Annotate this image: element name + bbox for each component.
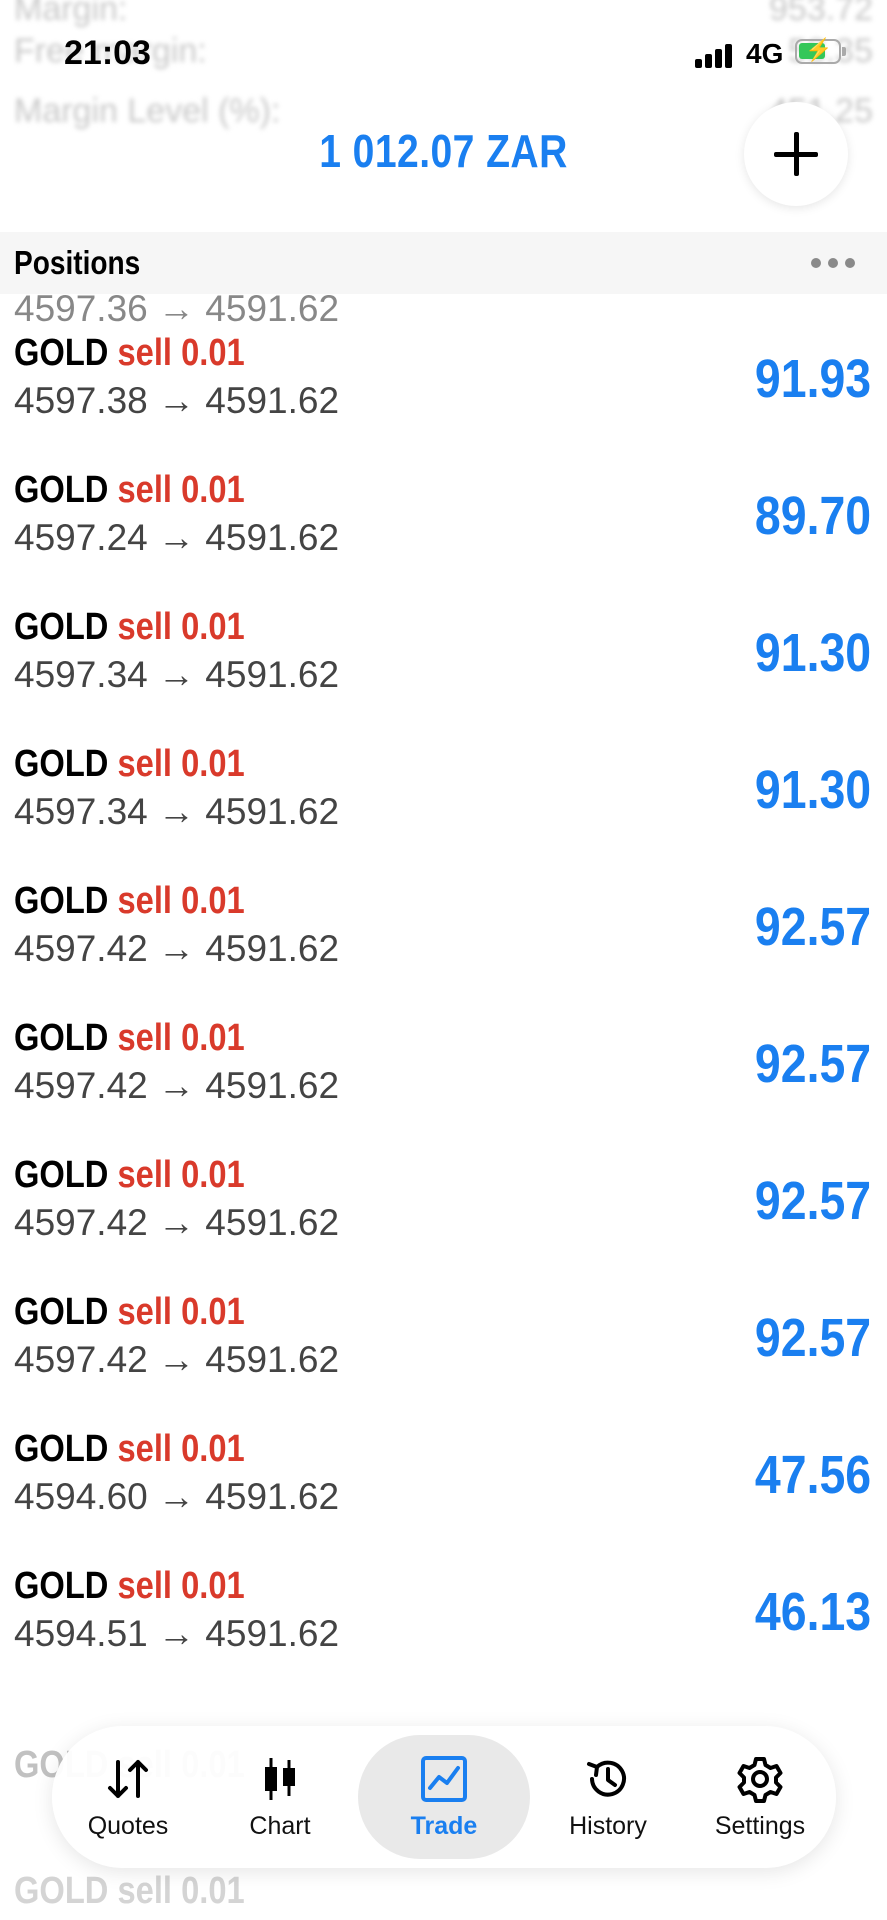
position-profit: 47.56 xyxy=(754,1445,871,1505)
position-row[interactable]: GOLD sell 0.01 4597.42 → 4591.62 92.57 xyxy=(0,842,887,979)
position-row[interactable]: GOLD sell 0.01 4597.38 → 4591.62 91.93 xyxy=(0,294,887,431)
tab-chart[interactable]: Chart xyxy=(206,1735,354,1859)
position-volume: 0.01 xyxy=(181,1565,245,1607)
position-side: sell xyxy=(117,1428,173,1470)
position-prices: 4597.34 → 4591.62 xyxy=(14,654,340,695)
position-symbol: GOLD xyxy=(14,332,109,374)
tab-trade[interactable]: Trade xyxy=(358,1735,530,1859)
tab-label: Trade xyxy=(410,1811,478,1840)
position-volume: 0.01 xyxy=(181,1428,245,1470)
position-profit: 92.57 xyxy=(754,1308,871,1368)
position-row[interactable]: GOLD sell 0.01 4597.42 → 4591.62 92.57 xyxy=(0,979,887,1116)
position-side: sell xyxy=(117,743,173,785)
position-side: sell xyxy=(117,606,173,648)
position-volume: 0.01 xyxy=(181,606,245,648)
position-symbol: GOLD xyxy=(14,1291,109,1333)
position-profit: 92.57 xyxy=(754,1171,871,1231)
new-order-button[interactable] xyxy=(744,102,848,206)
position-symbol: GOLD xyxy=(14,1154,109,1196)
position-symbol: GOLD xyxy=(14,469,109,511)
position-prices: 4594.60 → 4591.62 xyxy=(14,1476,340,1517)
position-row[interactable]: GOLD sell 0.01 4594.51 → 4591.62 46.13 xyxy=(0,1527,887,1664)
tab-label: History xyxy=(569,1811,647,1840)
position-symbol: GOLD xyxy=(14,1428,109,1470)
position-side: sell xyxy=(117,469,173,511)
position-side: sell xyxy=(117,1017,173,1059)
position-prices: 4597.42 → 4591.62 xyxy=(14,1339,340,1380)
cellular-signal-icon xyxy=(695,44,737,68)
position-volume: 0.01 xyxy=(181,880,245,922)
tab-quotes[interactable]: Quotes xyxy=(54,1735,202,1859)
position-volume: 0.01 xyxy=(181,743,245,785)
position-row[interactable]: GOLD sell 0.01 4597.42 → 4591.62 92.57 xyxy=(0,1253,887,1390)
position-side: sell xyxy=(117,332,173,374)
section-title: Positions xyxy=(14,244,141,281)
tab-label: Chart xyxy=(249,1811,311,1840)
position-profit: 91.30 xyxy=(754,623,871,683)
position-volume: 0.01 xyxy=(181,1154,245,1196)
tab-settings[interactable]: Settings xyxy=(686,1735,834,1859)
position-row[interactable]: GOLD sell 0.01 4594.60 → 4591.62 47.56 xyxy=(0,1390,887,1527)
trade-chart-icon xyxy=(421,1755,467,1802)
more-options-icon[interactable] xyxy=(811,258,855,268)
tab-history[interactable]: History xyxy=(534,1735,682,1859)
position-prices: 4597.42 → 4591.62 xyxy=(14,1202,340,1243)
plus-icon xyxy=(774,132,818,176)
position-prices: 4597.34 → 4591.62 xyxy=(14,791,340,832)
position-side: sell xyxy=(117,1565,173,1607)
account-balance: 1 012.07 ZAR xyxy=(319,125,568,177)
position-side: sell xyxy=(117,1154,173,1196)
position-side: sell xyxy=(117,880,173,922)
status-bar: 21:03 4G ⚡ xyxy=(0,0,887,110)
position-prices: 4597.42 → 4591.62 xyxy=(14,928,340,969)
position-volume: 0.01 xyxy=(181,332,245,374)
status-time: 21:03 xyxy=(64,34,151,72)
position-prices: 4597.38 → 4591.62 xyxy=(14,380,340,421)
quotes-arrows-icon xyxy=(108,1759,148,1798)
position-prices: 4597.24 → 4591.62 xyxy=(14,517,340,558)
position-volume: 0.01 xyxy=(181,469,245,511)
position-row[interactable]: GOLD sell 0.01 4597.24 → 4591.62 89.70 xyxy=(0,431,887,568)
position-profit: 91.30 xyxy=(754,760,871,820)
position-row[interactable]: GOLD sell 0.01 4597.34 → 4591.62 91.30 xyxy=(0,568,887,705)
position-symbol: GOLD xyxy=(14,1017,109,1059)
position-volume: 0.01 xyxy=(181,1291,245,1333)
position-profit: 91.93 xyxy=(754,349,871,409)
position-symbol: GOLD xyxy=(14,880,109,922)
position-row[interactable]: GOLD sell 0.01 4597.42 → 4591.62 92.57 xyxy=(0,1116,887,1253)
positions-section-header: Positions xyxy=(0,232,887,294)
position-symbol: GOLD xyxy=(14,1565,109,1607)
positions-list: GOLD sell 0.01 4597.38 → 4591.62 91.93 G… xyxy=(0,294,887,1664)
position-profit: 46.13 xyxy=(754,1582,871,1642)
bottom-tab-bar: Quotes Chart Trade History Settings xyxy=(52,1726,836,1868)
position-row[interactable]: GOLD sell 0.01 4597.34 → 4591.62 91.30 xyxy=(0,705,887,842)
position-volume: 0.01 xyxy=(181,1017,245,1059)
network-type: 4G xyxy=(746,38,784,69)
tab-label: Quotes xyxy=(87,1811,169,1840)
candlestick-chart-icon xyxy=(265,1757,295,1800)
position-profit: 92.57 xyxy=(754,1034,871,1094)
position-symbol: GOLD xyxy=(14,743,109,785)
position-profit: 89.70 xyxy=(754,486,871,546)
position-prices: 4594.51 → 4591.62 xyxy=(14,1613,340,1654)
faded-position-row: GOLD sell 0.01 xyxy=(14,1870,245,1912)
position-profit: 92.57 xyxy=(754,897,871,957)
tab-label: Settings xyxy=(714,1811,806,1840)
position-side: sell xyxy=(117,1291,173,1333)
position-prices: 4597.42 → 4591.62 xyxy=(14,1065,340,1106)
battery-icon: ⚡ xyxy=(795,37,846,64)
history-clock-icon xyxy=(587,1760,626,1797)
position-symbol: GOLD xyxy=(14,606,109,648)
gear-icon xyxy=(737,1756,783,1803)
